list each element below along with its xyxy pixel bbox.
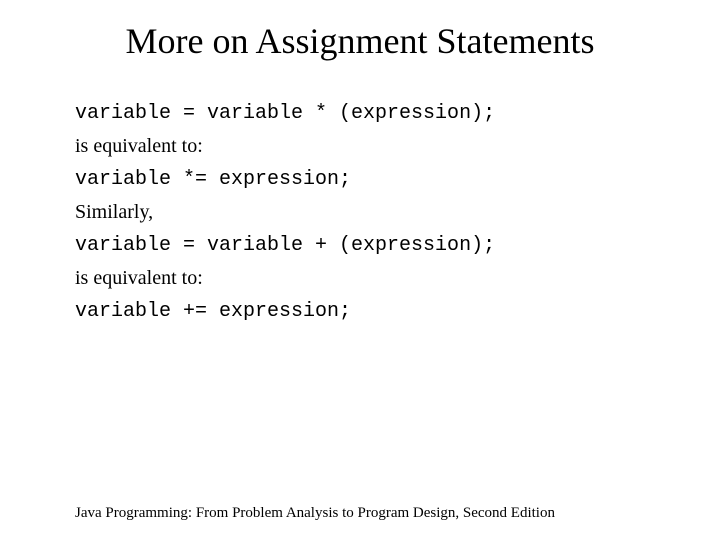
- page-title: More on Assignment Statements: [75, 20, 645, 62]
- footer-text: Java Programming: From Problem Analysis …: [75, 505, 555, 522]
- code-line-1: variable = variable * (expression);: [75, 102, 645, 125]
- text-equivalent-2: is equivalent to:: [75, 267, 645, 290]
- text-similarly: Similarly,: [75, 201, 645, 224]
- slide: More on Assignment Statements variable =…: [0, 0, 720, 540]
- code-line-2: variable *= expression;: [75, 168, 645, 191]
- code-line-4: variable += expression;: [75, 300, 645, 323]
- text-equivalent-1: is equivalent to:: [75, 135, 645, 158]
- code-line-3: variable = variable + (expression);: [75, 234, 645, 257]
